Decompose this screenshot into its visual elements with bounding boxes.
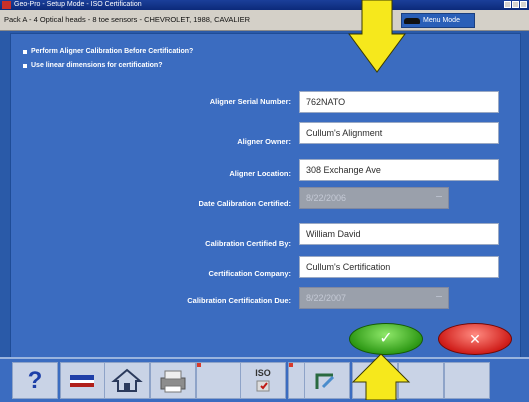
window-controls [504, 1, 527, 8]
location-label: Aligner Location: [229, 169, 291, 178]
iso-icon [256, 380, 270, 392]
company-label: Certification Company: [208, 269, 291, 278]
arrow-down-icon [348, 0, 406, 73]
blank-button-5[interactable] [444, 362, 490, 399]
dropdown-icon [436, 296, 442, 301]
serial-number-field[interactable]: 762NATO [299, 91, 499, 113]
blank-button-1[interactable] [196, 362, 242, 399]
window-title: Geo-Pro - Setup Mode - ISO Certification [14, 1, 142, 8]
checkbox[interactable] [23, 50, 27, 54]
menu-mode-button[interactable]: Menu Mode [401, 13, 475, 28]
app-icon [2, 1, 11, 9]
owner-label: Aligner Owner: [237, 137, 291, 146]
flag-button[interactable] [60, 362, 106, 399]
certification-due-value: 8/22/2007 [306, 293, 347, 303]
printer-icon [160, 370, 186, 393]
home-button[interactable] [104, 362, 150, 399]
title-bar: Geo-Pro - Setup Mode - ISO Certification [0, 0, 529, 10]
serial-number-label: Aligner Serial Number: [209, 97, 291, 106]
certification-due-field: 8/22/2007 [299, 287, 449, 309]
ok-button[interactable]: ✓ [349, 323, 423, 355]
dropdown-icon [436, 196, 442, 201]
option-label: Perform Aligner Calibration Before Certi… [31, 48, 194, 55]
certification-due-label: Calibration Certification Due: [187, 296, 291, 305]
minimize-button[interactable] [504, 1, 511, 8]
menu-mode-label: Menu Mode [423, 17, 460, 24]
aligner-button[interactable] [304, 362, 350, 399]
arrow-up-icon [351, 354, 411, 400]
date-certified-label: Date Calibration Certified: [198, 199, 291, 208]
flag-icon [70, 375, 94, 387]
date-certified-value: 8/22/2006 [306, 193, 347, 203]
certified-by-label: Calibration Certified By: [205, 239, 291, 248]
check-icon: ✓ [379, 330, 393, 347]
help-icon: ? [27, 367, 43, 394]
vehicle-info: Pack A - 4 Optical heads - 8 toe sensors… [4, 15, 251, 24]
date-certified-field: 8/22/2006 [299, 187, 449, 209]
indicator-icon [197, 363, 201, 367]
certified-by-field[interactable]: William David [299, 223, 499, 245]
company-field[interactable]: Cullum's Certification [299, 256, 499, 278]
checkbox[interactable] [23, 64, 27, 68]
certification-form: Perform Aligner Calibration Before Certi… [10, 33, 521, 359]
option-label: Use linear dimensions for certification? [31, 62, 163, 69]
close-button[interactable] [520, 1, 527, 8]
indicator-icon [289, 363, 293, 367]
location-field[interactable]: 308 Exchange Ave [299, 159, 499, 181]
cancel-button[interactable]: ✕ [438, 323, 512, 355]
x-icon: ✕ [469, 331, 481, 347]
vehicle-info-bar: Pack A - 4 Optical heads - 8 toe sensors… [0, 10, 529, 31]
help-button[interactable]: ? [12, 362, 58, 399]
owner-field[interactable]: Cullum's Alignment [299, 122, 499, 144]
bottom-toolbar: ? ISO [0, 357, 529, 402]
printer-button[interactable] [150, 362, 196, 399]
iso-button[interactable]: ISO [240, 362, 286, 399]
aligner-icon [315, 373, 335, 389]
home-icon [111, 368, 143, 392]
maximize-button[interactable] [512, 1, 519, 8]
